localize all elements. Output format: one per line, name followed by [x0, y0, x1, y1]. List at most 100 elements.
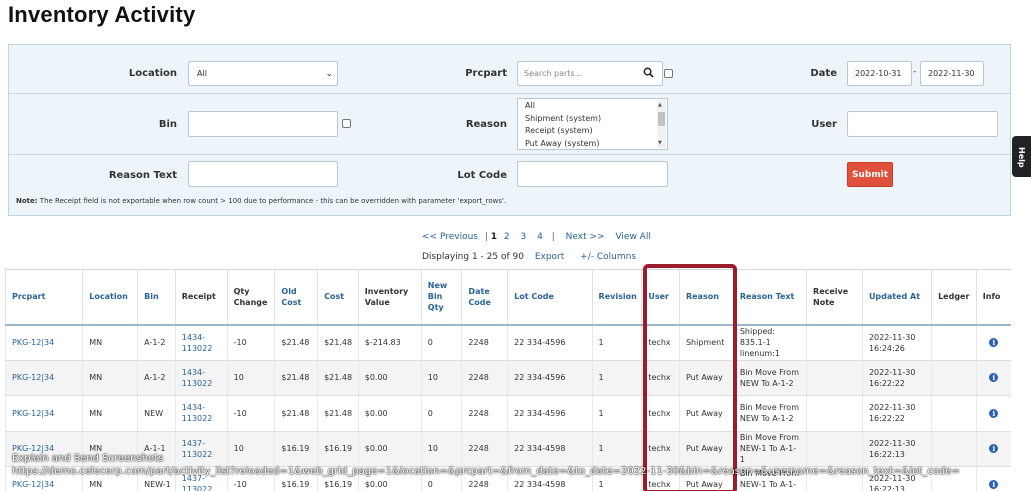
- cell-location: MN: [82, 360, 138, 396]
- cell-lot-code: 22 334-4596: [507, 324, 593, 361]
- bin-input[interactable]: [188, 111, 338, 137]
- info-icon[interactable]: i: [989, 338, 999, 347]
- scroll-thumb[interactable]: [658, 112, 665, 126]
- table-row: PKG-12|34 MN A-1-2 1434-113022 10 $21.48 $21.4…: [4, 360, 1011, 396]
- date-from-input[interactable]: 2022-10-31: [847, 61, 912, 86]
- page-link[interactable]: 2: [504, 232, 510, 242]
- cell-bin: NEW: [137, 395, 176, 432]
- cell-receipt[interactable]: 1434-113022: [174, 360, 228, 396]
- search-icon[interactable]: [643, 67, 654, 78]
- cell-bin: A-1-2: [137, 360, 176, 396]
- filter-row-2: Bin Reason All Shipment (system) Receipt…: [9, 94, 1010, 155]
- cell-reason: Put Away: [678, 431, 734, 467]
- cell-receive-note: [806, 324, 863, 361]
- lot-code-input[interactable]: [517, 161, 668, 187]
- reason-option[interactable]: Receipt (system): [525, 125, 667, 138]
- bin-checkbox[interactable]: [342, 119, 351, 128]
- reason-option[interactable]: Put Away (system): [525, 138, 667, 150]
- submit-button[interactable]: Submit: [847, 162, 893, 187]
- cell-info: i: [975, 324, 1011, 361]
- prcpart-checkbox[interactable]: [664, 69, 673, 78]
- cell-ledger: [931, 360, 977, 396]
- col-header-user[interactable]: User: [641, 269, 680, 326]
- scroll-down-icon[interactable]: ▼: [658, 140, 662, 146]
- cell-ledger: [931, 395, 977, 432]
- cell-receipt[interactable]: 1437-113022: [174, 431, 228, 467]
- chevron-down-icon: ⌄: [325, 69, 333, 79]
- col-header-new-bin-qty[interactable]: New Bin Qty: [420, 269, 462, 326]
- cell-bin: A-1-2: [137, 324, 176, 361]
- cell-reason: Put Away: [678, 360, 734, 396]
- reason-text-input[interactable]: [188, 161, 338, 187]
- cell-user: techx: [641, 324, 680, 361]
- col-header-bin[interactable]: Bin: [137, 269, 176, 326]
- cell-old-cost: $21.48: [274, 324, 318, 361]
- date-separator: -: [913, 67, 917, 77]
- location-select[interactable]: All ⌄: [188, 61, 338, 86]
- filter-panel: Location All ⌄ Prcpart Search parts... D…: [8, 44, 1011, 216]
- prcpart-search-input[interactable]: Search parts...: [517, 61, 663, 86]
- col-header-updated-at[interactable]: Updated At: [861, 269, 932, 326]
- col-header-revision[interactable]: Revision: [591, 269, 642, 326]
- col-header-receive-note: Receive Note: [806, 269, 863, 326]
- col-header-old-cost[interactable]: Old Cost: [274, 269, 318, 326]
- cell-cost: $21.48: [317, 324, 359, 361]
- view-all-link[interactable]: View All: [615, 232, 650, 242]
- cell-info: i: [975, 395, 1011, 432]
- col-header-receipt: Receipt: [174, 269, 228, 326]
- cell-qty-change: 10: [226, 431, 275, 467]
- scroll-up-icon[interactable]: ▲: [658, 102, 662, 108]
- help-tab[interactable]: Help: [1012, 136, 1031, 177]
- cell-reason-text: Bin Move From NEW To A-1-2: [732, 360, 807, 396]
- reason-option[interactable]: Shipment (system): [525, 113, 667, 126]
- cell-prcpart[interactable]: PKG-12|34: [4, 395, 83, 432]
- cell-receive-note: [806, 360, 863, 396]
- cell-new-bin-qty: 10: [420, 431, 462, 467]
- url-overlay: https://demo.celecerp.com/part/activity_…: [12, 466, 960, 477]
- table-row: PKG-12|34 MN NEW 1434-113022 -10 $21.48 $21.48…: [4, 395, 1011, 432]
- next-link[interactable]: Next >>: [566, 232, 605, 242]
- col-header-lot-code[interactable]: Lot Code: [507, 269, 593, 326]
- reason-scrollbar[interactable]: ▲ ▼: [657, 100, 666, 148]
- reason-listbox[interactable]: All Shipment (system) Receipt (system) P…: [517, 98, 668, 150]
- reason-option[interactable]: All: [525, 100, 667, 113]
- export-link[interactable]: Export: [535, 252, 564, 262]
- cell-prcpart[interactable]: PKG-12|34: [4, 360, 83, 396]
- reason-label: Reason: [465, 119, 507, 130]
- cell-new-bin-qty: 0: [420, 395, 462, 432]
- date-to-input[interactable]: 2022-11-30: [920, 61, 984, 86]
- page-link[interactable]: 4: [537, 232, 543, 242]
- cell-info: i: [975, 431, 1011, 467]
- pagination: << Previous | 1 2 3 4 | Next >> View All: [422, 232, 651, 242]
- filter-row-1: Location All ⌄ Prcpart Search parts... D…: [9, 45, 1010, 94]
- col-header-date-code[interactable]: Date Code: [461, 269, 508, 326]
- col-header-reason-text[interactable]: Reason Text: [732, 269, 807, 326]
- cell-qty-change: -10: [226, 324, 275, 361]
- page-link[interactable]: 3: [521, 232, 527, 242]
- cell-location: MN: [82, 324, 138, 361]
- cell-reason: Shipment: [678, 324, 734, 361]
- cell-receipt[interactable]: 1434-113022: [174, 324, 228, 361]
- note-label: Note:: [16, 197, 38, 205]
- info-icon[interactable]: i: [989, 444, 999, 454]
- col-header-prcpart[interactable]: Prcpart: [4, 269, 83, 326]
- info-icon[interactable]: i: [989, 408, 999, 418]
- cell-date-code: 2248: [461, 431, 508, 467]
- cell-prcpart[interactable]: PKG-12|34: [4, 324, 83, 361]
- cell-date-code: 2248: [461, 360, 508, 396]
- col-header-cost[interactable]: Cost: [317, 269, 359, 326]
- col-header-location[interactable]: Location: [82, 269, 138, 326]
- cell-cost: $21.48: [317, 360, 359, 396]
- cell-user: techx: [641, 395, 680, 432]
- info-icon[interactable]: i: [989, 373, 999, 383]
- page-link-current: 1: [490, 232, 498, 242]
- columns-link[interactable]: +/- Columns: [580, 252, 636, 262]
- col-header-reason[interactable]: Reason: [678, 269, 734, 326]
- cell-qty-change: 10: [226, 360, 275, 396]
- info-icon[interactable]: i: [989, 479, 999, 489]
- cell-new-bin-qty: 0: [420, 324, 462, 361]
- cell-old-cost: $16.19: [274, 431, 318, 467]
- previous-link[interactable]: << Previous: [422, 232, 478, 242]
- cell-receipt[interactable]: 1434-113022: [174, 395, 228, 432]
- user-input[interactable]: [847, 111, 998, 137]
